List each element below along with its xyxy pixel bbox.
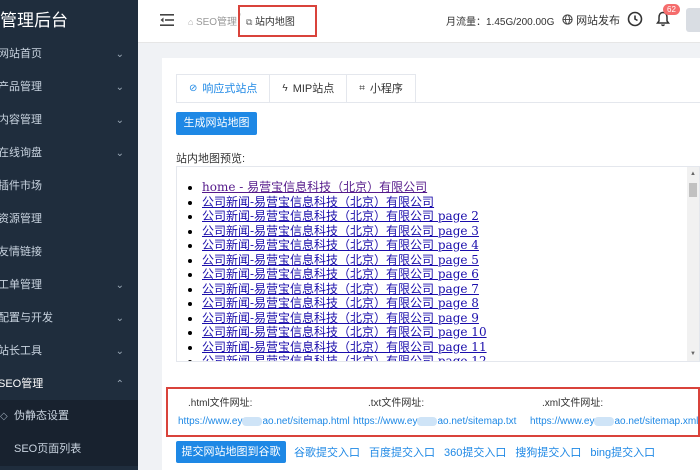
sidebar-item-home[interactable]: 网站首页 ⌄ — [0, 38, 138, 71]
submit-link-baidu[interactable]: 百度提交入口 — [369, 444, 435, 460]
settings-icon: ◇ — [0, 411, 8, 422]
sidebar-item-inquiry[interactable]: 在线询盘 ⌄ — [0, 137, 138, 170]
sitemap-link[interactable]: 公司新闻-易营宝信息科技（北京）有限公司 page 8 — [202, 296, 487, 311]
sidebar-item-label: 工单管理 — [0, 279, 42, 291]
sitemap-link[interactable]: 公司新闻-易营宝信息科技（北京）有限公司 — [202, 195, 487, 210]
sidebar-item-seo[interactable]: SEO管理 ⌃ — [0, 368, 138, 401]
preview-scrollbar[interactable]: ▲ ▼ — [687, 167, 699, 361]
chevron-down-icon: ⌄ — [115, 82, 124, 93]
tab-divider — [176, 102, 700, 103]
submit-link-google[interactable]: 谷歌提交入口 — [294, 444, 360, 460]
generate-sitemap-button[interactable]: 生成网站地图 — [176, 112, 257, 135]
chevron-down-icon: ⌄ — [115, 148, 124, 159]
submit-google-button[interactable]: 提交网站地图到谷歌 — [176, 441, 286, 463]
sidebar-item-tickets[interactable]: 工单管理 ⌄ — [0, 269, 138, 302]
sidebar-subitem-label: SEO页面列表 — [14, 443, 82, 455]
sidebar-item-content[interactable]: 内容管理 ⌄ — [0, 104, 138, 137]
history-icon[interactable] — [627, 11, 643, 27]
sitemap-link[interactable]: 公司新闻-易营宝信息科技（北京）有限公司 page 4 — [202, 238, 487, 253]
chevron-down-icon: ⌄ — [115, 346, 124, 357]
sidebar-item-webmaster[interactable]: 站长工具 ⌄ — [0, 335, 138, 368]
sitemap-link[interactable]: 公司新闻-易营宝信息科技（北京）有限公司 page 6 — [202, 267, 487, 282]
sitemap-link[interactable]: 公司新闻-易营宝信息科技（北京）有限公司 page 9 — [202, 311, 487, 326]
chevron-down-icon: ⌄ — [115, 313, 124, 324]
sidebar-item-label: 插件市场 — [0, 180, 42, 192]
tab-bar: ⊘ 响应式站点 ϟ MIP站点 ⌗ 小程序 — [176, 74, 416, 103]
xml-url-label: .xml文件网址: — [542, 398, 604, 409]
sitemap-link[interactable]: 公司新闻-易营宝信息科技（北京）有限公司 page 11 — [202, 340, 487, 355]
sidebar-item-label: 内容管理 — [0, 114, 42, 126]
breadcrumb-highlight — [238, 5, 317, 37]
txt-url-link[interactable]: https://www.ey ao.net/sitemap.txt — [353, 416, 516, 427]
sitemap-link[interactable]: 公司新闻-易营宝信息科技（北京）有限公司 page 5 — [202, 253, 487, 268]
submit-link-sogou[interactable]: 搜狗提交入口 — [515, 444, 581, 460]
sitemap-urls-highlight: .html文件网址: https://www.ey ao.net/sitemap.… — [166, 387, 700, 437]
notification-badge: 62 — [663, 4, 680, 15]
sidebar-item-resources[interactable]: 资源管理 — [0, 203, 138, 236]
sitemap-link-list: home - 易营宝信息科技（北京）有限公司公司新闻-易营宝信息科技（北京）有限… — [202, 180, 487, 361]
scroll-thumb[interactable] — [689, 183, 697, 197]
lightning-icon: ϟ — [282, 83, 288, 94]
xml-url-link[interactable]: https://www.ey ao.net/sitemap.xml — [530, 416, 698, 427]
sidebar-subitem-seo-page-list[interactable]: SEO页面列表 — [0, 433, 138, 466]
sitemap-preview[interactable]: home - 易营宝信息科技（北京）有限公司公司新闻-易营宝信息科技（北京）有限… — [176, 166, 700, 362]
sidebar-item-label: 配置与开发 — [0, 312, 53, 324]
tab-mip[interactable]: ϟ MIP站点 — [270, 75, 348, 103]
sidebar-item-label: 资源管理 — [0, 213, 42, 225]
breadcrumb-seo[interactable]: ⌂ SEO管理 — [188, 13, 237, 28]
app-title: 管理后台 — [0, 11, 68, 30]
top-header: ⌂ SEO管理 / ⧉ 站内地图 月流量：1.45G/200.00G 网站发布 … — [138, 0, 700, 43]
sidebar: 管理后台 网站首页 ⌄ 产品管理 ⌄ 内容管理 ⌄ 在线询盘 ⌄ 插件市场资源管理友情链接工单管… — [0, 0, 138, 470]
sidebar-item-label: 友情链接 — [0, 246, 42, 258]
sitemap-link[interactable]: 公司新闻-易营宝信息科技（北京）有限公司 page 12 — [202, 354, 487, 361]
sitemap-link[interactable]: 公司新闻-易营宝信息科技（北京）有限公司 page 7 — [202, 282, 487, 297]
sidebar-item-plugins[interactable]: 插件市场 — [0, 170, 138, 203]
traffic-usage: 月流量：1.45G/200.00G — [446, 17, 555, 28]
submit-link-360[interactable]: 360提交入口 — [444, 444, 506, 460]
sidebar-subitem-rewrite-settings[interactable]: ◇ 伪静态设置 — [0, 400, 138, 433]
chevron-down-icon: ⌄ — [115, 280, 124, 291]
sitemap-link[interactable]: 公司新闻-易营宝信息科技（北京）有限公司 page 2 — [202, 209, 487, 224]
preview-label: 站内地图预览: — [176, 153, 246, 165]
tab-miniprogram[interactable]: ⌗ 小程序 — [347, 75, 415, 103]
sidebar-item-links[interactable]: 友情链接 — [0, 236, 138, 269]
sidebar-item-label: 产品管理 — [0, 81, 42, 93]
sitemap-link[interactable]: 公司新闻-易营宝信息科技（北京）有限公司 page 3 — [202, 224, 487, 239]
html-url-label: .html文件网址: — [188, 398, 253, 409]
home-icon: ⌂ — [188, 17, 196, 27]
sidebar-item-config[interactable]: 配置与开发 ⌄ — [0, 302, 138, 335]
sitemap-link[interactable]: home - 易营宝信息科技（北京）有限公司 — [202, 180, 487, 195]
chevron-down-icon: ⌄ — [115, 49, 124, 60]
submit-links: 谷歌提交入口 百度提交入口 360提交入口 搜狗提交入口 bing提交入口 — [294, 444, 655, 460]
txt-url-label: .txt文件网址: — [368, 398, 425, 409]
redacted-mask — [594, 416, 615, 426]
sidebar-item-products[interactable]: 产品管理 ⌄ — [0, 71, 138, 104]
chevron-down-icon: ⌄ — [115, 115, 124, 126]
sidebar-item-label: 站长工具 — [0, 345, 42, 357]
redacted-mask — [242, 416, 263, 426]
redacted-mask — [417, 416, 438, 426]
avatar[interactable] — [686, 8, 700, 32]
sidebar-item-label: SEO管理 — [0, 378, 44, 390]
tab-responsive[interactable]: ⊘ 响应式站点 — [177, 75, 271, 103]
sidebar-item-label: 网站首页 — [0, 48, 42, 60]
tag-icon: ⊘ — [189, 83, 198, 94]
sidebar-item-label: 在线询盘 — [0, 147, 42, 159]
scroll-down-icon[interactable]: ▼ — [690, 351, 696, 357]
publish-button[interactable]: 网站发布 — [562, 12, 620, 28]
html-url-link[interactable]: https://www.ey ao.net/sitemap.html — [178, 416, 350, 427]
submit-link-bing[interactable]: bing提交入口 — [590, 444, 655, 460]
sitemap-link[interactable]: 公司新闻-易营宝信息科技（北京）有限公司 page 10 — [202, 325, 487, 340]
sidebar-subitem-label: 伪静态设置 — [14, 410, 69, 422]
scroll-up-icon[interactable]: ▲ — [690, 171, 696, 177]
chevron-up-icon: ⌃ — [115, 379, 124, 390]
globe-icon — [562, 14, 573, 25]
scan-icon: ⌗ — [359, 83, 365, 94]
menu-fold-icon[interactable] — [160, 13, 174, 27]
